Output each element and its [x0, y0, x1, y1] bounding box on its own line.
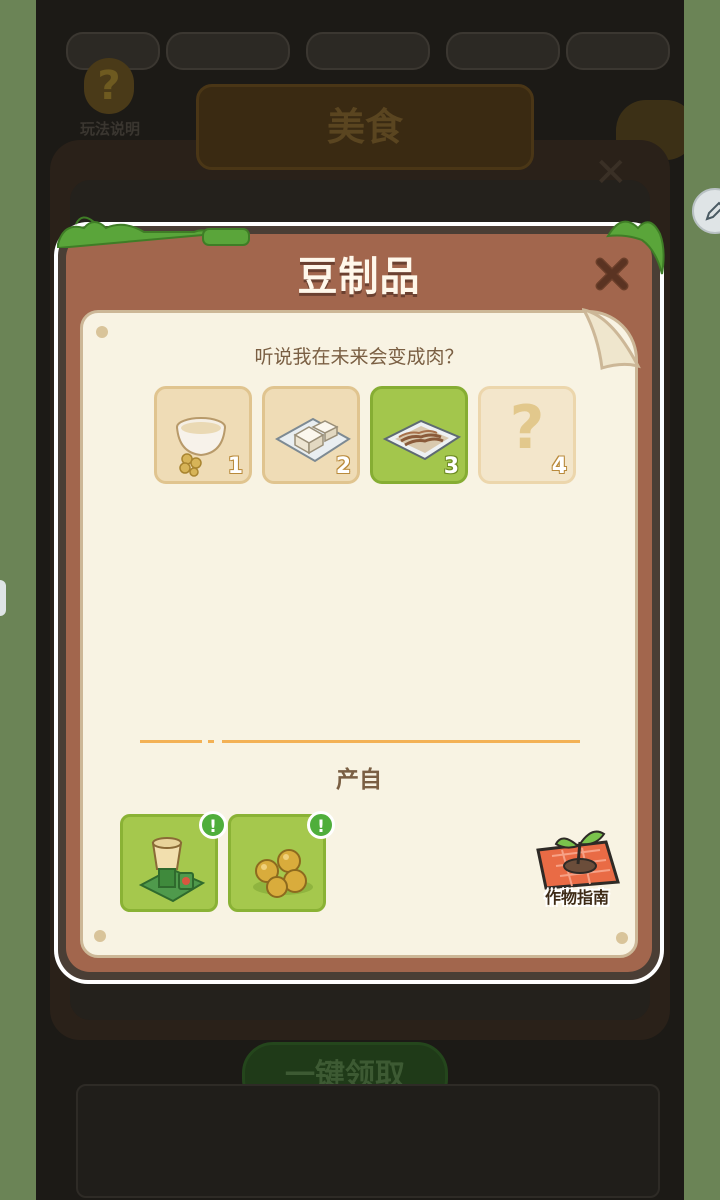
- paper-pin: [96, 326, 108, 338]
- stage-2-card[interactable]: 2: [262, 386, 360, 484]
- stage-number: 4: [551, 454, 567, 479]
- popup-subtitle: 听说我在未来会变成肉？: [254, 346, 464, 368]
- paper-pin: [616, 932, 628, 944]
- section-divider: [140, 740, 580, 743]
- grinding-machine-icon: [138, 837, 206, 903]
- alert-badge: !: [199, 811, 227, 839]
- close-icon: [595, 257, 629, 291]
- soybeans-icon: [253, 849, 313, 898]
- background-close-icon: ✕: [594, 150, 628, 196]
- crop-guide-button[interactable]: 作物指南: [526, 820, 628, 916]
- help-label: 玩法说明: [79, 120, 140, 138]
- question-icon: ?: [84, 58, 134, 114]
- help-button[interactable]: ? 玩法说明: [68, 58, 152, 144]
- source-soybean-card[interactable]: !: [228, 811, 335, 912]
- paper-pin: [94, 930, 106, 942]
- resource-pill: [446, 32, 560, 70]
- bottom-bar: [76, 1084, 660, 1198]
- right-side-strip: [684, 0, 720, 1200]
- resource-pill: [566, 32, 670, 70]
- resource-pill: [166, 32, 290, 70]
- source-label: 产自: [336, 767, 382, 793]
- pencil-icon: [705, 201, 720, 221]
- stage-3-card[interactable]: 3: [370, 386, 468, 484]
- background-title-plate: 美食: [196, 84, 534, 170]
- alert-badge: !: [307, 811, 335, 839]
- seedling-guide-icon: [536, 830, 620, 890]
- crop-guide-label: 作物指南: [544, 888, 609, 907]
- close-button[interactable]: [592, 254, 632, 294]
- background-title: 美食: [326, 105, 403, 149]
- resource-pill: [306, 32, 430, 70]
- source-grinder-card[interactable]: !: [120, 811, 227, 912]
- stage-1-card[interactable]: 1: [154, 386, 252, 484]
- popup-title: 豆制品: [297, 254, 421, 300]
- soy-product-popup: 豆制品 听说我在未来会变成肉？ 1 2 3 ? 4 产自 ! ! 作物指南: [54, 216, 665, 984]
- stage-number: 2: [335, 454, 351, 479]
- stage-number: 1: [227, 454, 243, 479]
- stage-number: 3: [443, 454, 459, 479]
- question-mark-icon: ?: [509, 393, 545, 463]
- left-edge-tab[interactable]: [0, 580, 6, 616]
- stage-4-card[interactable]: ? 4: [478, 386, 576, 484]
